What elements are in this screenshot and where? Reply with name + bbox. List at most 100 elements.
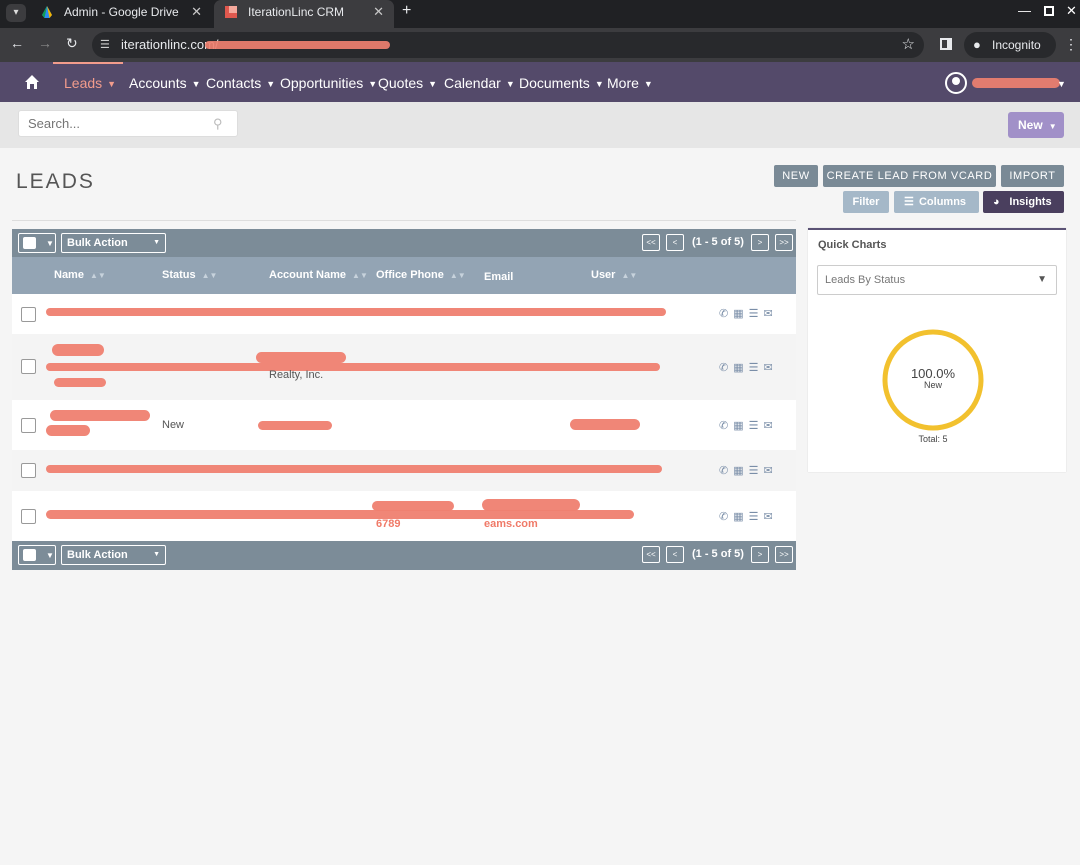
filter-button[interactable]: Filter xyxy=(843,191,889,213)
redaction-mark xyxy=(46,465,662,473)
incognito-label: Incognito xyxy=(992,38,1041,52)
column-label: Office Phone xyxy=(376,269,444,281)
column-header-user[interactable]: User ▲▼ xyxy=(591,269,637,281)
tab-google-drive[interactable]: Admin - Google Drive ✕ xyxy=(30,0,212,28)
tab-title: Admin - Google Drive xyxy=(64,5,179,19)
tab-iterationlinc-crm[interactable]: IterationLinc CRM ✕ xyxy=(214,0,394,28)
nav-opportunities[interactable]: Opportunities ▼ xyxy=(280,75,377,91)
user-menu-caret[interactable]: ▼ xyxy=(1052,75,1066,91)
table-row[interactable]: Realty, Inc. ✆▦☰✉ xyxy=(12,334,796,400)
crm-favicon-icon xyxy=(225,6,237,18)
column-header-name[interactable]: Name ▲▼ xyxy=(54,269,106,281)
next-page-button[interactable]: > xyxy=(751,546,769,563)
insights-button[interactable]: ◕ Insights xyxy=(983,191,1064,213)
new-lead-button[interactable]: NEW xyxy=(774,165,818,187)
nav-quotes[interactable]: Quotes ▼ xyxy=(378,75,437,91)
minimize-icon[interactable]: — xyxy=(1018,3,1031,18)
sort-icon: ▲▼ xyxy=(621,271,638,280)
row-action-icons[interactable]: ✆▦☰✉ xyxy=(719,307,778,320)
first-page-button[interactable]: << xyxy=(642,234,660,251)
import-button[interactable]: IMPORT xyxy=(1001,165,1064,187)
user-avatar-icon[interactable] xyxy=(945,72,967,94)
last-page-button[interactable]: >> xyxy=(775,234,793,251)
chevron-down-icon: ▼ xyxy=(643,79,653,89)
create-lead-from-vcard-button[interactable]: CREATE LEAD FROM VCARD xyxy=(823,165,996,187)
nav-label: Quotes xyxy=(378,75,424,91)
maximize-icon[interactable] xyxy=(1044,3,1054,16)
select-all-checkbox[interactable] xyxy=(23,549,36,561)
status-cell: New xyxy=(162,419,185,431)
row-checkbox[interactable] xyxy=(21,359,36,374)
nav-more[interactable]: More ▼ xyxy=(607,75,653,91)
row-action-icons[interactable]: ✆▦☰✉ xyxy=(719,419,778,432)
bulk-action-dropdown[interactable]: Bulk Action ▼ xyxy=(61,545,166,565)
table-row[interactable]: ✆▦☰✉ xyxy=(12,450,796,491)
select-all-checkbox[interactable] xyxy=(23,237,36,249)
row-checkbox[interactable] xyxy=(21,509,36,524)
select-all-dropdown[interactable]: ▼ xyxy=(18,233,56,253)
bulk-action-dropdown[interactable]: Bulk Action ▼ xyxy=(61,233,166,253)
last-page-button[interactable]: >> xyxy=(775,546,793,563)
row-action-icons[interactable]: ✆▦☰✉ xyxy=(719,510,778,523)
office-phone-link[interactable]: 6789 xyxy=(376,518,400,530)
side-panel-icon[interactable] xyxy=(940,38,952,50)
back-icon[interactable]: ← xyxy=(10,35,24,51)
table-row[interactable]: 6789 eams.com ✆▦☰✉ xyxy=(12,491,796,541)
nav-documents[interactable]: Documents ▼ xyxy=(519,75,604,91)
new-tab-icon[interactable]: + xyxy=(402,2,411,20)
reload-icon[interactable]: ↻ xyxy=(66,35,78,52)
search-input[interactable] xyxy=(18,110,238,137)
next-page-button[interactable]: > xyxy=(751,234,769,251)
row-checkbox[interactable] xyxy=(21,418,36,433)
nav-leads[interactable]: Leads ▼ xyxy=(64,75,116,91)
site-info-icon[interactable]: ☰ xyxy=(100,38,110,51)
prev-page-button[interactable]: < xyxy=(666,234,684,251)
url-input[interactable]: ☰ iterationlinc.com/ ☆ xyxy=(92,32,924,58)
tab-search-button[interactable]: ▾ xyxy=(6,4,26,22)
bulk-action-label: Bulk Action xyxy=(67,237,128,249)
chevron-down-icon: ▼ xyxy=(1048,122,1057,131)
table-row[interactable]: New ✆▦☰✉ xyxy=(12,400,796,450)
tab-title: IterationLinc CRM xyxy=(248,5,345,19)
row-checkbox[interactable] xyxy=(21,307,36,322)
new-record-button[interactable]: New ▼ xyxy=(1008,112,1064,138)
chevron-down-icon: ▼ xyxy=(153,239,160,246)
nav-contacts[interactable]: Contacts ▼ xyxy=(206,75,275,91)
nav-label: Documents xyxy=(519,75,590,91)
close-tab-icon[interactable]: ✕ xyxy=(373,0,384,24)
incognito-indicator[interactable]: ● Incognito xyxy=(964,32,1056,58)
select-all-dropdown[interactable]: ▼ xyxy=(18,545,56,565)
chevron-down-icon: ▼ xyxy=(594,79,604,89)
nav-calendar[interactable]: Calendar ▼ xyxy=(444,75,515,91)
close-window-icon[interactable]: ✕ xyxy=(1066,3,1077,19)
forward-icon[interactable]: → xyxy=(38,35,52,51)
redaction-mark xyxy=(46,510,634,519)
column-header-status[interactable]: Status ▲▼ xyxy=(162,269,217,281)
email-link[interactable]: eams.com xyxy=(484,518,538,530)
columns-button[interactable]: ☰ Columns xyxy=(894,191,979,213)
table-top-toolbar: ▼ Bulk Action ▼ << < (1 - 5 of 5) > >> xyxy=(12,229,796,257)
insights-label: Insights xyxy=(1009,196,1052,208)
row-action-icons[interactable]: ✆▦☰✉ xyxy=(719,361,778,374)
chevron-down-icon: ▼ xyxy=(46,551,54,560)
close-tab-icon[interactable]: ✕ xyxy=(191,0,202,24)
sort-icon: ▲▼ xyxy=(89,271,106,280)
browser-menu-icon[interactable]: ⋮ xyxy=(1064,36,1078,53)
home-icon[interactable] xyxy=(24,74,40,90)
row-action-icons[interactable]: ✆▦☰✉ xyxy=(719,464,778,477)
column-header-account-name[interactable]: Account Name ▲▼ xyxy=(269,269,368,281)
search-icon[interactable]: ⚲ xyxy=(213,116,223,132)
nav-accounts[interactable]: Accounts ▼ xyxy=(129,75,201,91)
nav-label: Contacts xyxy=(206,75,262,91)
prev-page-button[interactable]: < xyxy=(666,546,684,563)
column-label: Status xyxy=(162,269,196,281)
chevron-down-icon: ▼ xyxy=(505,79,515,89)
table-row[interactable]: ✆▦☰✉ xyxy=(12,294,796,334)
sort-icon: ▲▼ xyxy=(201,271,218,280)
first-page-button[interactable]: << xyxy=(642,546,660,563)
column-header-office-phone[interactable]: Office Phone ▲▼ xyxy=(376,269,466,281)
bookmark-star-icon[interactable]: ☆ xyxy=(902,35,915,53)
row-checkbox[interactable] xyxy=(21,463,36,478)
columns-label: Columns xyxy=(918,196,967,208)
page-title: LEADS xyxy=(16,170,95,193)
